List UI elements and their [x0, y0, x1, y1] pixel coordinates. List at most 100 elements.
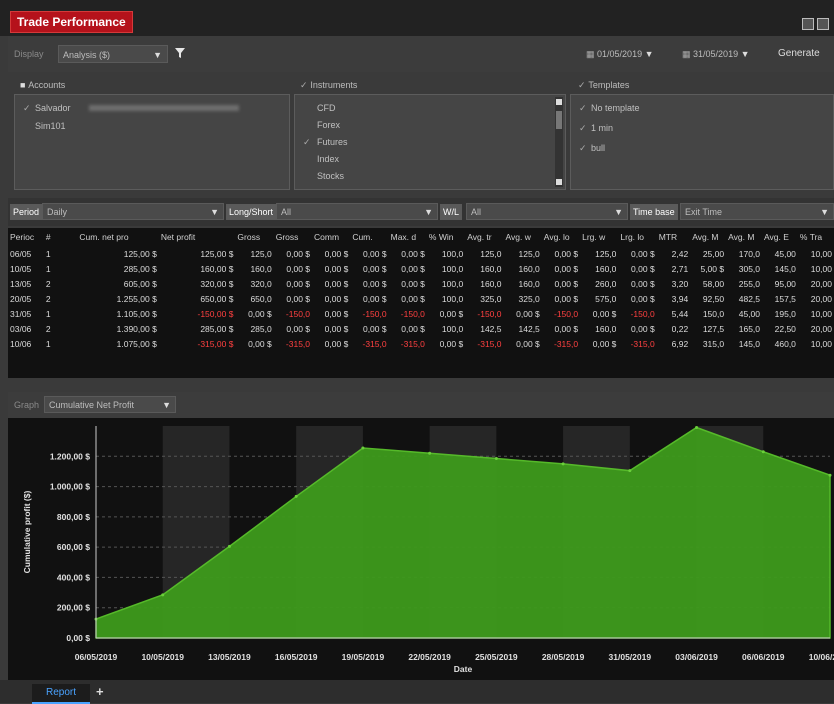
instruments-header[interactable]: ✓ Instruments — [300, 80, 357, 91]
table-row[interactable]: 10/05 1 285,00 $ 160,00 $ 160,0 0,00 $ 0,00 $ 0… — [8, 261, 834, 276]
instrument-item[interactable]: Forex — [317, 120, 340, 130]
table-row[interactable]: 03/06 2 1.390,00 $ 285,00 $ 285,0 0,00 $ 0,00 … — [8, 321, 834, 336]
template-item[interactable]: No template — [591, 103, 640, 113]
template-item[interactable]: 1 min — [591, 123, 613, 133]
table-cell: 125,0 — [518, 248, 540, 259]
table-cell: -315,0 — [477, 338, 502, 349]
table-cell: 125,0 — [480, 248, 502, 259]
end-date-picker[interactable]: ▦ 31/05/2019 ▼ — [678, 45, 770, 63]
instrument-item[interactable]: Stocks — [317, 171, 344, 181]
column-header[interactable]: Gross — [274, 228, 312, 246]
column-header[interactable]: Perioc — [8, 228, 44, 246]
table-cell: 95,00 — [774, 278, 796, 289]
column-header[interactable]: MTR — [657, 228, 691, 246]
tab-report[interactable]: Report — [32, 684, 90, 704]
table-cell: 160,0 — [518, 263, 540, 274]
account-item[interactable]: Salvador — [35, 103, 71, 113]
column-header[interactable]: # — [44, 228, 78, 246]
instruments-panel: CFD Forex ✓ Futures Index Stocks — [294, 94, 566, 190]
templates-header[interactable]: ✓ Templates — [578, 80, 629, 91]
x-tick-label: 06/06/2019 — [742, 652, 785, 662]
column-header[interactable]: Avg. M — [726, 228, 762, 246]
table-cell: -315,0 — [362, 338, 387, 349]
accounts-header[interactable]: ■ Accounts — [20, 80, 65, 91]
longshort-select[interactable]: All ▼ — [276, 203, 438, 220]
column-header[interactable]: % Tra — [798, 228, 834, 246]
check-icon[interactable]: ✓ — [303, 137, 311, 148]
table-cell: 0,00 $ — [324, 278, 349, 289]
table-cell: 1 — [45, 338, 51, 349]
table-row[interactable]: 06/05 1 125,00 $ 125,00 $ 125,0 0,00 $ 0,00 $ 0… — [8, 246, 834, 261]
table-cell: 0,00 $ — [286, 278, 311, 289]
add-tab-button[interactable]: + — [96, 684, 104, 699]
bottom-tab-bar: Report + — [0, 680, 834, 704]
column-header[interactable]: Avg. w — [504, 228, 542, 246]
column-header[interactable]: Max. d — [389, 228, 427, 246]
y-axis-title: Cumulative profit ($) — [22, 491, 32, 574]
table-body: 06/05 1 125,00 $125,00 $125,0 0,00 $0,00 $0… — [8, 246, 834, 351]
check-icon[interactable]: ✓ — [579, 123, 587, 134]
scroll-up-icon[interactable] — [556, 99, 562, 105]
template-item[interactable]: bull — [591, 143, 605, 153]
filter-icon[interactable] — [174, 47, 186, 59]
timebase-select[interactable]: Exit Time ▼ — [680, 203, 834, 220]
x-tick-label: 28/05/2019 — [542, 652, 585, 662]
column-header[interactable]: Lrg. w — [580, 228, 618, 246]
column-header[interactable]: Cum. — [350, 228, 388, 246]
restore-icon[interactable] — [802, 18, 814, 30]
table-cell: 127,5 — [702, 323, 725, 334]
table-cell: 20,00 — [810, 278, 832, 289]
start-date-picker[interactable]: ▦ 01/05/2019 ▼ — [582, 45, 674, 63]
table-cell: 0,00 $ — [362, 293, 387, 304]
table-row[interactable]: 31/05 1 1.105,00 $ -150,00 $ 0,00 $ -150,0 0,0… — [8, 306, 834, 321]
scroll-down-icon[interactable] — [556, 179, 562, 185]
table-cell: 2 — [45, 278, 51, 289]
table-row[interactable]: 10/06 1 1.075,00 $ -315,00 $ 0,00 $ -315,0 0,0… — [8, 336, 834, 351]
wl-select[interactable]: All ▼ — [466, 203, 628, 220]
table-cell: 0,00 $ — [324, 308, 349, 319]
graph-select[interactable]: Cumulative Net Profit ▼ — [44, 396, 176, 413]
instrument-item[interactable]: Index — [317, 154, 339, 164]
table-cell: 92,50 — [702, 293, 725, 304]
scrollbar[interactable] — [555, 97, 563, 187]
column-header[interactable]: Avg. tr — [465, 228, 503, 246]
column-header[interactable]: Avg. E — [762, 228, 798, 246]
column-header[interactable]: Net profit — [159, 228, 236, 246]
generate-button[interactable]: Generate — [778, 45, 834, 63]
check-icon[interactable]: ✓ — [579, 103, 587, 114]
check-icon[interactable]: ✓ — [579, 143, 587, 154]
end-date-value: 31/05/2019 — [693, 49, 739, 59]
table-row[interactable]: 20/05 2 1.255,00 $ 650,00 $ 650,0 0,00 $ 0,00 … — [8, 291, 834, 306]
table-cell: 0,00 $ — [286, 293, 311, 304]
column-header[interactable]: Lrg. lo — [618, 228, 656, 246]
table-cell: 100,0 — [441, 248, 464, 259]
table-cell: 03/06 — [10, 323, 32, 334]
column-header[interactable]: Avg. lo — [542, 228, 580, 246]
table-cell: 170,0 — [738, 248, 761, 259]
instrument-item[interactable]: CFD — [317, 103, 336, 113]
table-cell: 1 — [45, 308, 51, 319]
scroll-thumb[interactable] — [556, 111, 562, 129]
x-tick-label: 19/05/2019 — [342, 652, 385, 662]
checkbox-filled-icon[interactable]: ■ — [20, 80, 25, 90]
period-select[interactable]: Daily ▼ — [42, 203, 224, 220]
check-icon[interactable]: ✓ — [300, 80, 308, 90]
check-icon[interactable]: ✓ — [23, 103, 31, 114]
column-header[interactable]: % Win — [427, 228, 465, 246]
column-header[interactable]: Avg. M — [690, 228, 726, 246]
table-cell: 20,00 — [810, 293, 832, 304]
account-item[interactable]: Sim101 — [35, 121, 66, 131]
window-titlebar: Trade Performance — [0, 0, 834, 36]
table-cell: 100,0 — [441, 293, 464, 304]
column-header[interactable]: Gross — [235, 228, 273, 246]
instrument-item[interactable]: Futures — [317, 137, 348, 147]
column-header[interactable]: Cum. net pro — [77, 228, 158, 246]
table-cell: 125,00 $ — [200, 248, 234, 259]
table-row[interactable]: 13/05 2 605,00 $ 320,00 $ 320,0 0,00 $ 0,00 $ 0… — [8, 276, 834, 291]
check-icon[interactable]: ✓ — [578, 80, 586, 90]
maximize-icon[interactable] — [817, 18, 829, 30]
data-point — [695, 426, 699, 430]
column-header[interactable]: Comm — [312, 228, 350, 246]
x-tick-label: 25/05/2019 — [475, 652, 518, 662]
display-select[interactable]: Analysis ($) ▼ — [58, 45, 168, 63]
